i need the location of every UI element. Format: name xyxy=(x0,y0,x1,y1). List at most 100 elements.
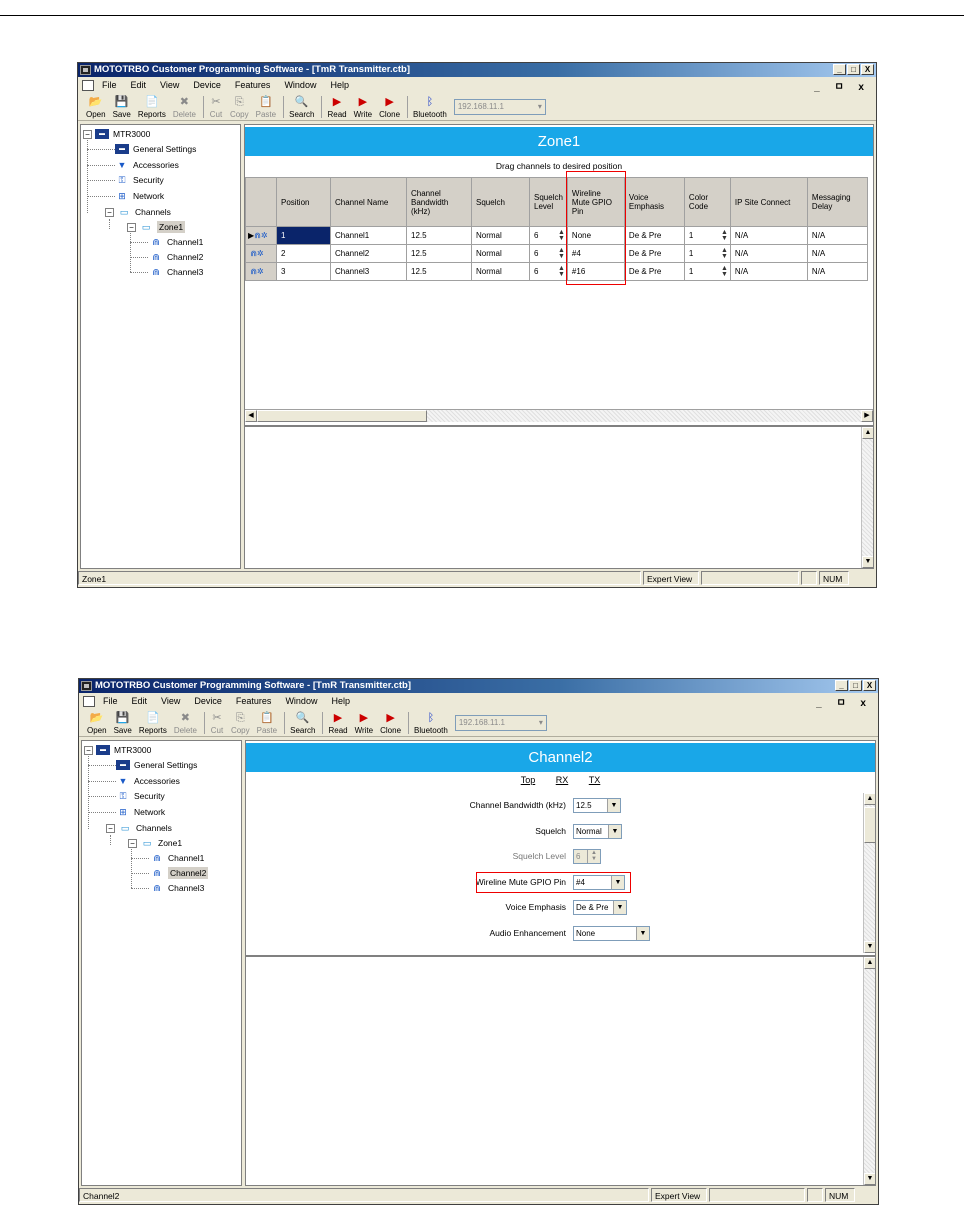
cell-ipsc[interactable]: N/A xyxy=(729,226,808,245)
cell-bandwidth[interactable]: 12.5 xyxy=(406,226,472,245)
clone-button[interactable]: ▶ Clone xyxy=(380,712,401,736)
cell-color-code[interactable]: 1 ▲ ▼ xyxy=(683,244,731,263)
cell-ipsc[interactable]: N/A xyxy=(729,244,808,263)
link-top[interactable]: Top xyxy=(521,775,536,785)
chevron-down-icon[interactable]: ▼ xyxy=(613,901,626,914)
scroll-left-arrow-icon[interactable]: ◀ xyxy=(245,410,257,422)
tree-item-channel3[interactable]: ⋒ Channel3 xyxy=(150,882,204,894)
cell-delay[interactable]: N/A xyxy=(806,244,868,263)
scroll-thumb[interactable] xyxy=(864,807,875,843)
paste-button[interactable]: 📋 Paste xyxy=(257,712,277,736)
copy-button[interactable]: ⎘ Copy xyxy=(230,96,249,120)
tree-item-general-settings[interactable]: ▬ General Settings xyxy=(115,143,196,155)
bluetooth-button[interactable]: ᛒ Bluetooth xyxy=(413,96,447,120)
copy-button[interactable]: ⎘ Copy xyxy=(231,712,250,736)
cell-emphasis[interactable]: De & Pre xyxy=(623,262,685,281)
read-button[interactable]: ▶ Read xyxy=(328,712,347,736)
squelch-level-spinner[interactable]: 6 ▲ ▼ xyxy=(573,849,601,864)
tree-root[interactable]: − ▬ MTR3000 xyxy=(84,744,151,756)
mdi-controls[interactable]: _ ㅁ x xyxy=(816,694,872,709)
cell-bandwidth[interactable]: 12.5 xyxy=(406,262,472,281)
close-button[interactable]: X xyxy=(863,680,876,691)
cell-ipsc[interactable]: N/A xyxy=(729,262,808,281)
spinner-icon[interactable]: ▲ ▼ xyxy=(558,247,565,260)
tree-item-channel2[interactable]: ⋒ Channel2 xyxy=(149,251,203,263)
col-bandwidth[interactable]: Channel Bandwidth (kHz) xyxy=(406,177,472,227)
spinner-icon[interactable]: ▲ ▼ xyxy=(587,850,600,863)
tree-item-network[interactable]: ⊞ Network xyxy=(116,806,165,818)
document-icon[interactable] xyxy=(83,695,95,707)
menu-help[interactable]: Help xyxy=(330,80,349,90)
menu-features[interactable]: Features xyxy=(235,80,271,90)
cell-squelch[interactable]: Normal xyxy=(471,226,530,245)
search-button[interactable]: 🔍 Search xyxy=(289,96,314,120)
row-selector[interactable]: ⋒✲ xyxy=(245,244,277,263)
scroll-up-arrow-icon[interactable]: ▲ xyxy=(864,793,875,805)
write-button[interactable]: ▶ Write xyxy=(355,712,374,736)
col-messaging-delay[interactable]: Messaging Delay xyxy=(806,177,868,227)
menu-view[interactable]: View xyxy=(161,696,180,706)
tree-item-channel1[interactable]: ⋒ Channel1 xyxy=(149,236,203,248)
menu-edit[interactable]: Edit xyxy=(131,80,147,90)
scroll-thumb[interactable] xyxy=(257,410,427,422)
col-position[interactable]: Position xyxy=(276,177,331,227)
tree-item-zone1[interactable]: − ▭ Zone1 xyxy=(127,221,186,233)
cell-color-code[interactable]: 1 ▲ ▼ xyxy=(683,262,731,281)
table-row[interactable]: ⋒✲ 3 Channel3 12.5 Normal 6 ▲ ▼ #16 De & P… xyxy=(245,262,868,281)
scroll-down-arrow-icon[interactable]: ▼ xyxy=(864,941,875,953)
cell-position[interactable]: 3 xyxy=(276,262,331,281)
cell-delay[interactable]: N/A xyxy=(806,262,868,281)
delete-button[interactable]: ✖ Delete xyxy=(174,712,197,736)
tree-item-channel1[interactable]: ⋒ Channel1 xyxy=(150,852,204,864)
spinner-icon[interactable]: ▲ ▼ xyxy=(721,229,728,242)
audio-enhancement-select[interactable]: None ▼ xyxy=(573,926,650,941)
open-button[interactable]: 📂 Open xyxy=(87,712,107,736)
collapse-icon[interactable]: − xyxy=(106,823,115,833)
menu-device[interactable]: Device xyxy=(194,696,222,706)
chevron-down-icon[interactable]: ▼ xyxy=(608,825,621,838)
row-selector[interactable]: ▶⋒✲ xyxy=(245,226,277,245)
tree-item-channels[interactable]: − ▭ Channels xyxy=(105,206,171,218)
collapse-icon[interactable]: − xyxy=(127,222,136,232)
minimize-button[interactable]: _ xyxy=(835,680,848,691)
cell-emphasis[interactable]: De & Pre xyxy=(623,226,685,245)
cell-name[interactable]: Channel3 xyxy=(330,262,407,281)
cell-name[interactable]: Channel1 xyxy=(330,226,407,245)
row-selector[interactable]: ⋒✲ xyxy=(245,262,277,281)
tree-item-zone1[interactable]: − ▭ Zone1 xyxy=(128,837,182,849)
squelch-select[interactable]: Normal ▼ xyxy=(573,824,622,839)
open-button[interactable]: 📂 Open xyxy=(86,96,106,120)
tree-item-general-settings[interactable]: ▬ General Settings xyxy=(116,759,197,771)
clone-button[interactable]: ▶ Clone xyxy=(379,96,400,120)
document-icon[interactable] xyxy=(82,79,94,91)
spinner-icon[interactable]: ▲ ▼ xyxy=(721,265,728,278)
menu-features[interactable]: Features xyxy=(236,696,272,706)
menu-device[interactable]: Device xyxy=(193,80,221,90)
ip-address-combo[interactable]: 192.168.11.1 xyxy=(454,715,547,731)
tree-root[interactable]: − ▬ MTR3000 xyxy=(83,128,150,140)
menu-view[interactable]: View xyxy=(160,80,179,90)
ip-address-combo[interactable]: 192.168.11.1 xyxy=(453,99,546,115)
collapse-icon[interactable]: − xyxy=(84,745,93,755)
cell-level[interactable]: 6 ▲ ▼ xyxy=(529,244,568,263)
scroll-right-arrow-icon[interactable]: ▶ xyxy=(861,410,873,422)
spinner-icon[interactable]: ▲ ▼ xyxy=(558,265,565,278)
tree-item-channel2[interactable]: ⋒ Channel2 xyxy=(150,867,209,879)
table-row[interactable]: ▶⋒✲ 1 Channel1 12.5 Normal 6 ▲ ▼ None De &… xyxy=(245,226,868,245)
chevron-down-icon[interactable]: ▼ xyxy=(607,799,620,812)
chevron-down-icon[interactable]: ▼ xyxy=(636,927,649,940)
maximize-button[interactable]: □ xyxy=(849,680,862,691)
spinner-icon[interactable]: ▲ ▼ xyxy=(558,229,565,242)
cell-name[interactable]: Channel2 xyxy=(330,244,407,263)
cut-button[interactable]: ✂ Cut xyxy=(209,96,223,120)
paste-button[interactable]: 📋 Paste xyxy=(256,96,276,120)
menu-file[interactable]: File xyxy=(103,696,118,706)
title-bar[interactable]: MOTOTRBO Customer Programming Software -… xyxy=(78,63,876,77)
scroll-down-arrow-icon[interactable]: ▼ xyxy=(862,556,873,568)
tree-item-network[interactable]: ⊞ Network xyxy=(115,190,164,202)
save-button[interactable]: 💾 Save xyxy=(113,96,131,120)
collapse-icon[interactable]: − xyxy=(105,207,114,217)
menu-window[interactable]: Window xyxy=(284,80,316,90)
table-row[interactable]: ⋒✲ 2 Channel2 12.5 Normal 6 ▲ ▼ #4 De & Pr… xyxy=(245,244,868,263)
tree-item-accessories[interactable]: ▼ Accessories xyxy=(115,159,179,171)
